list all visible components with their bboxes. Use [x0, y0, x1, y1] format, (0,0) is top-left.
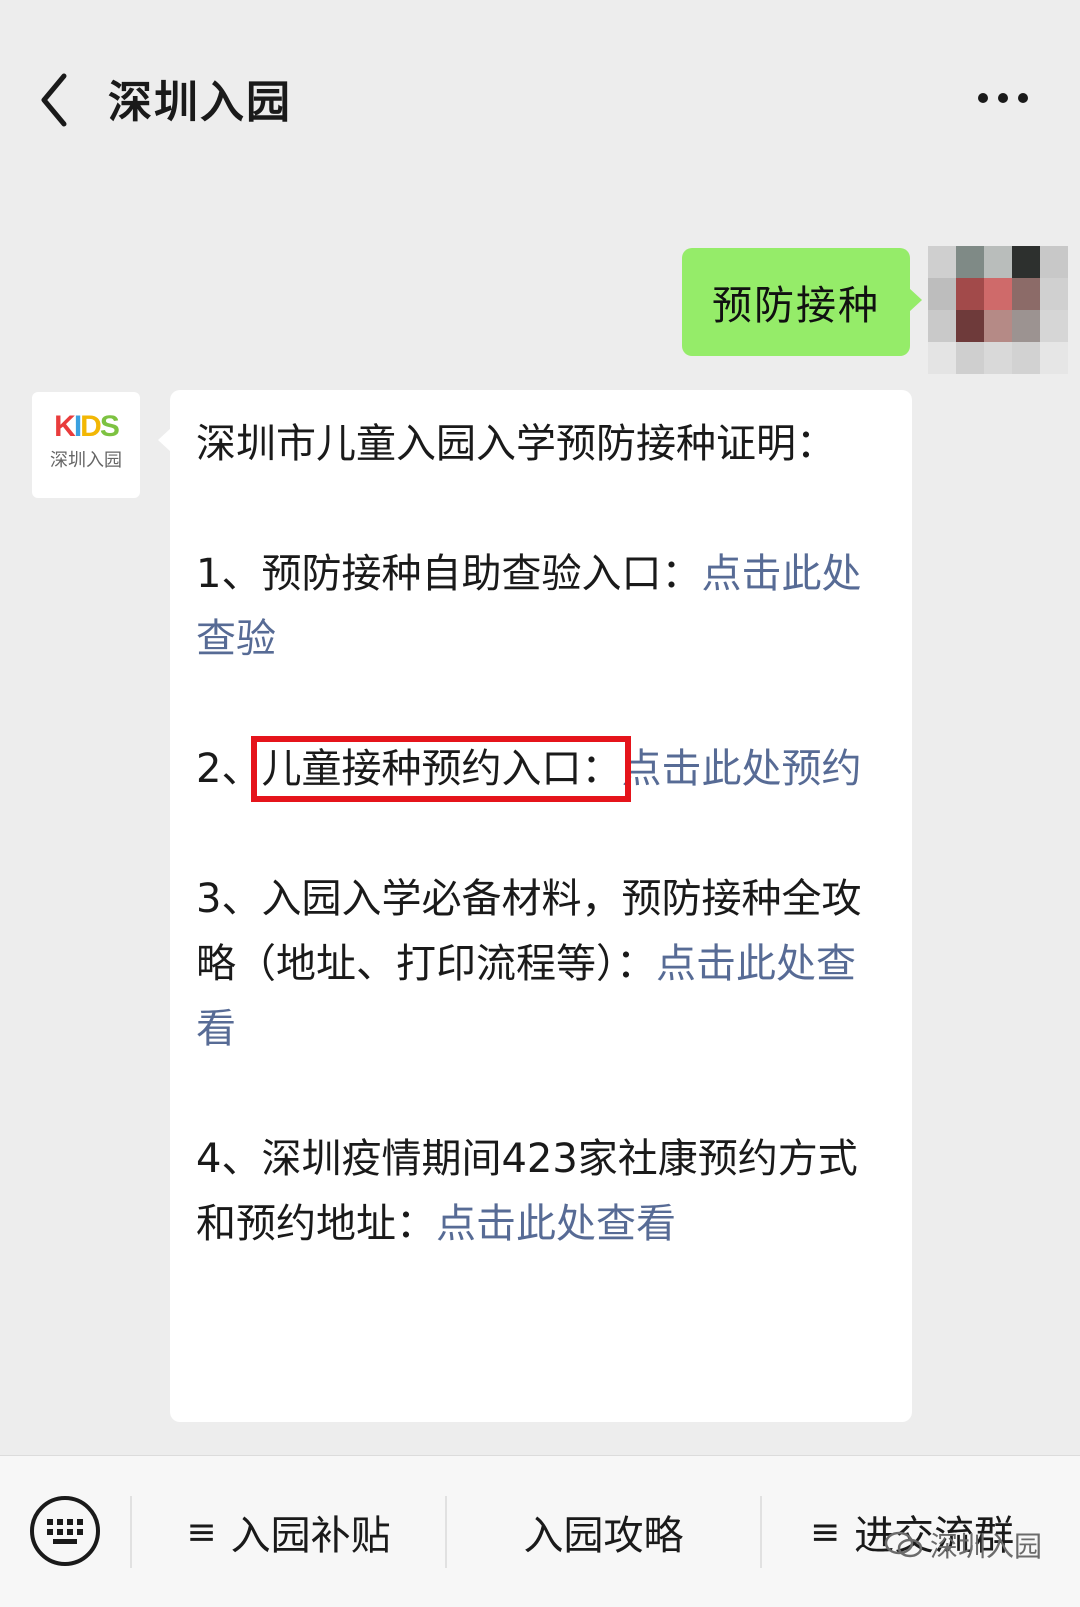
item-prefix: 1、: [196, 551, 262, 597]
user-avatar[interactable]: [928, 246, 1068, 374]
menu-subsidy[interactable]: ≡ 入园补贴: [132, 1456, 445, 1607]
item-prefix: 3、: [196, 876, 262, 922]
list-item: 1、预防接种自助查验入口：点击此处查验: [196, 542, 888, 672]
clinic-link[interactable]: 点击此处查看: [436, 1201, 676, 1247]
menu-guide[interactable]: 入园攻略: [447, 1456, 760, 1607]
page-title: 深圳入园: [108, 77, 292, 128]
item-prefix: 2、: [196, 746, 262, 792]
incoming-bubble: 深圳市儿童入园入学预防接种证明： 1、预防接种自助查验入口：点击此处查验 2、儿…: [158, 390, 912, 1422]
bot-avatar-brand: 深圳入园: [50, 450, 122, 471]
chat-screen: 深圳入园 预防接种 KIDS 深圳入园 深圳市儿童入园入学预防接种证明： 1、预…: [0, 0, 1080, 1607]
chevron-left-icon: [41, 73, 67, 127]
list-item: 2、儿童接种预约入口：点击此处预约: [196, 736, 888, 802]
highlighted-item-text: 儿童接种预约入口：: [251, 736, 632, 802]
menu-label: 入园补贴: [230, 1513, 391, 1559]
intro-text: 深圳市儿童入园入学预防接种证明：: [196, 421, 836, 467]
chat-header: 深圳入园: [0, 0, 1080, 200]
menu-label: 入园攻略: [523, 1513, 684, 1559]
outgoing-message: 预防接种: [682, 248, 922, 356]
menu-list-icon: ≡: [810, 1511, 841, 1553]
keyboard-toggle-button[interactable]: [28, 1494, 102, 1568]
item-text: 预防接种自助查验入口：: [261, 551, 702, 597]
wechat-icon: [884, 1531, 923, 1558]
outgoing-bubble[interactable]: 预防接种: [682, 248, 922, 356]
watermark: 深圳入园: [884, 1525, 1042, 1565]
list-item: 3、入园入学必备材料，预防接种全攻略（地址、打印流程等）：点击此处查看: [196, 867, 888, 1062]
bot-avatar[interactable]: KIDS 深圳入园: [32, 392, 140, 498]
kids-logo: KIDS: [54, 410, 120, 443]
list-item: 4、深圳疫情期间423家社康预约方式和预约地址：点击此处查看: [196, 1127, 888, 1257]
ellipsis-icon: [978, 93, 1028, 103]
item-prefix: 4、: [196, 1136, 262, 1182]
menu-list-icon: ≡: [186, 1511, 217, 1553]
keyboard-icon: [30, 1496, 100, 1566]
appointment-link[interactable]: 点击此处预约: [621, 746, 861, 792]
more-button[interactable]: [975, 78, 1035, 118]
watermark-text: 深圳入园: [930, 1530, 1043, 1563]
back-button[interactable]: [34, 70, 94, 130]
